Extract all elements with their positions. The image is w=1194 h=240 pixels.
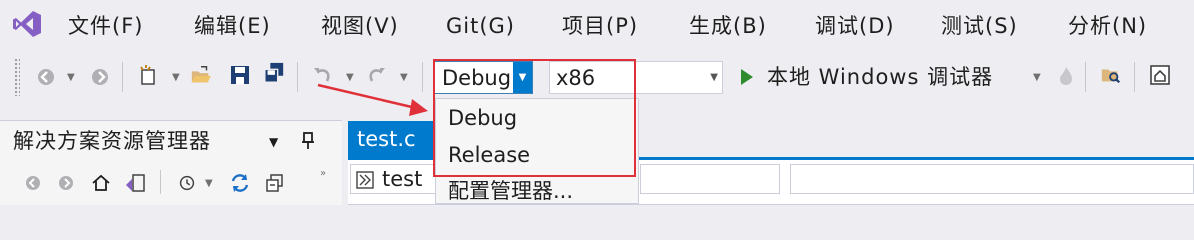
- annotation-arrow-icon: [317, 83, 428, 116]
